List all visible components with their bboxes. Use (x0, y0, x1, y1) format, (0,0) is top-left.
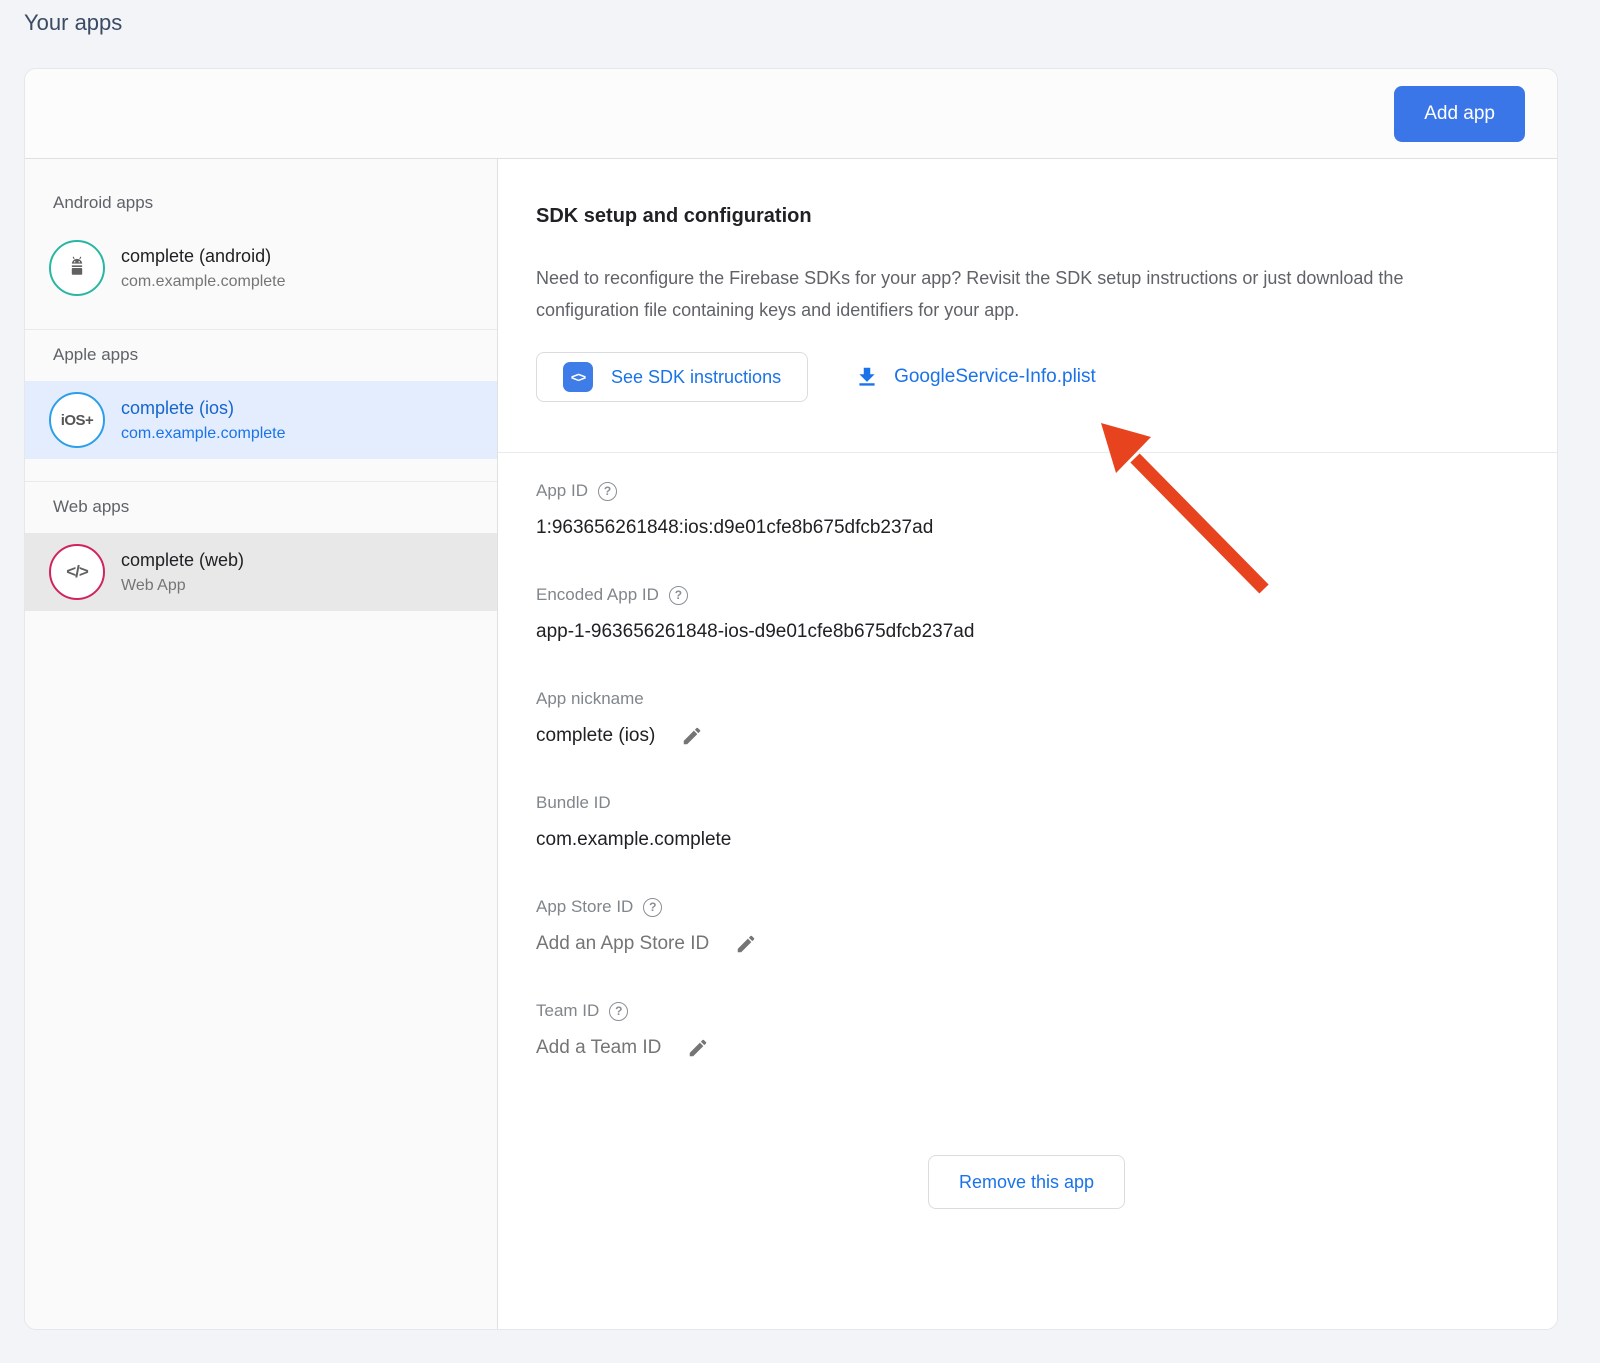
see-sdk-instructions-button[interactable]: <> See SDK instructions (536, 352, 808, 402)
sdk-setup-description: Need to reconfigure the Firebase SDKs fo… (536, 262, 1486, 326)
download-plist-link[interactable]: GoogleService-Info.plist (854, 364, 1096, 390)
download-icon (854, 364, 880, 390)
apple-apps-section: Apple apps iOS+ complete (ios) com.examp… (25, 330, 497, 482)
sidebar-item-complete-ios[interactable]: iOS+ complete (ios) com.example.complete (25, 381, 497, 459)
field-label: App nickname (536, 689, 644, 709)
sdk-setup-heading: SDK setup and configuration (536, 205, 1517, 228)
team-id-value: Add a Team ID (536, 1037, 661, 1059)
edit-team-id-button[interactable] (687, 1037, 709, 1059)
bundle-id-value: com.example.complete (536, 829, 731, 851)
app-store-id-value: Add an App Store ID (536, 933, 709, 955)
remove-app-button[interactable]: Remove this app (928, 1155, 1125, 1209)
app-item-title: complete (android) (121, 246, 271, 266)
add-app-button[interactable]: Add app (1394, 86, 1525, 142)
page-title: Your apps (24, 10, 122, 36)
your-apps-card: Add app Android apps (24, 68, 1558, 1330)
app-nickname-value: complete (ios) (536, 725, 655, 747)
app-item-subtitle: com.example.complete (121, 273, 286, 291)
sidebar-item-complete-android[interactable]: complete (android) com.example.complete (25, 229, 497, 307)
android-icon (49, 240, 105, 296)
field-label: App Store ID (536, 897, 633, 917)
ios-icon: iOS+ (49, 392, 105, 448)
field-team-id: Team ID ? Add a Team ID (536, 1001, 1517, 1059)
app-item-subtitle: Web App (121, 577, 244, 595)
help-icon[interactable]: ? (598, 482, 617, 501)
app-item-subtitle: com.example.complete (121, 425, 286, 443)
android-apps-section: Android apps co (25, 159, 497, 330)
web-apps-section-label: Web apps (25, 497, 497, 517)
app-item-title: complete (ios) (121, 398, 234, 418)
field-label: Bundle ID (536, 793, 611, 813)
help-icon[interactable]: ? (669, 586, 688, 605)
encoded-app-id-value: app-1-963656261848-ios-d9e01cfe8b675dfcb… (536, 621, 974, 643)
code-icon: <> (563, 362, 593, 392)
edit-nickname-button[interactable] (681, 725, 703, 747)
field-label: App ID (536, 481, 588, 501)
field-label: Team ID (536, 1001, 599, 1021)
web-icon: </> (49, 544, 105, 600)
app-item-title: complete (web) (121, 550, 244, 570)
apple-apps-section-label: Apple apps (25, 345, 497, 365)
edit-app-store-id-button[interactable] (735, 933, 757, 955)
field-encoded-app-id: Encoded App ID ? app-1-963656261848-ios-… (536, 585, 1517, 643)
app-id-value: 1:963656261848:ios:d9e01cfe8b675dfcb237a… (536, 517, 933, 539)
field-app-nickname: App nickname complete (ios) (536, 689, 1517, 747)
field-app-store-id: App Store ID ? Add an App Store ID (536, 897, 1517, 955)
help-icon[interactable]: ? (609, 1002, 628, 1021)
card-toolbar: Add app (25, 69, 1557, 159)
field-app-id: App ID ? 1:963656261848:ios:d9e01cfe8b67… (536, 481, 1517, 539)
app-detail-panel: SDK setup and configuration Need to reco… (498, 159, 1557, 1330)
field-bundle-id: Bundle ID com.example.complete (536, 793, 1517, 851)
apps-sidebar: Android apps co (25, 159, 498, 1330)
help-icon[interactable]: ? (643, 898, 662, 917)
android-apps-section-label: Android apps (25, 193, 497, 213)
app-fields: App ID ? 1:963656261848:ios:d9e01cfe8b67… (498, 453, 1557, 1209)
sidebar-item-complete-web[interactable]: </> complete (web) Web App (25, 533, 497, 611)
field-label: Encoded App ID (536, 585, 659, 605)
web-apps-section: Web apps </> complete (web) Web App (25, 482, 497, 611)
